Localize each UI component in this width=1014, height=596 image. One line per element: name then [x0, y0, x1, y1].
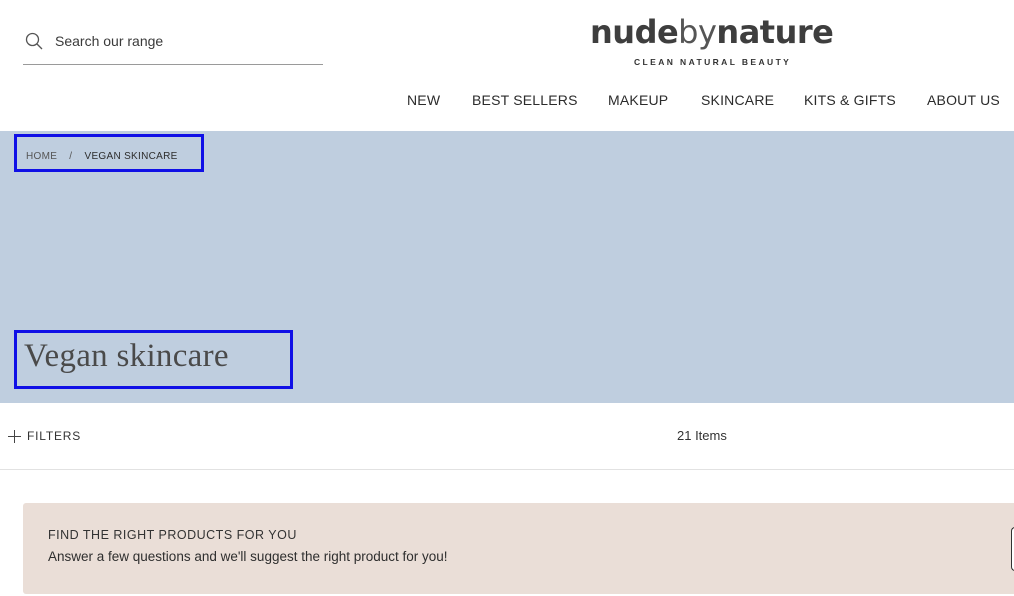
search-bar[interactable]: [23, 22, 323, 65]
nav-item-skincare[interactable]: SKINCARE: [701, 92, 774, 108]
main-nav: NEW BEST SELLERS MAKEUP SKINCARE KITS & …: [0, 92, 1014, 114]
breadcrumb-home-link[interactable]: HOME: [26, 151, 57, 162]
quiz-banner-title: FIND THE RIGHT PRODUCTS FOR YOU: [48, 528, 297, 542]
logo-wordmark: nudebynature: [590, 12, 834, 52]
site-logo[interactable]: nudebynature CLEAN NATURAL BEAUTY: [590, 12, 834, 70]
filter-toolbar: FILTERS 21 Items: [0, 403, 1014, 470]
filters-button[interactable]: FILTERS: [8, 427, 81, 445]
page-title: Vegan skincare: [24, 338, 229, 374]
nav-item-kits-gifts[interactable]: KITS & GIFTS: [804, 92, 896, 108]
search-input[interactable]: [55, 30, 315, 52]
breadcrumb-highlight: HOME / VEGAN SKINCARE: [14, 134, 204, 172]
category-hero: HOME / VEGAN SKINCARE Vegan skincare: [0, 131, 1014, 403]
quiz-banner: FIND THE RIGHT PRODUCTS FOR YOU Answer a…: [23, 503, 1014, 594]
nav-item-new[interactable]: NEW: [407, 92, 440, 108]
logo-part-nude: nude: [590, 13, 679, 51]
logo-part-nature: nature: [716, 13, 834, 51]
logo-tagline: CLEAN NATURAL BEAUTY: [634, 57, 792, 67]
site-header: nudebynature CLEAN NATURAL BEAUTY NEW BE…: [0, 0, 1014, 131]
nav-item-makeup[interactable]: MAKEUP: [608, 92, 668, 108]
breadcrumb-separator: /: [69, 151, 73, 162]
page-title-highlight: Vegan skincare: [14, 330, 293, 389]
item-count: 21 Items: [677, 428, 727, 443]
breadcrumb-current: VEGAN SKINCARE: [84, 151, 178, 162]
nav-item-best-sellers[interactable]: BEST SELLERS: [472, 92, 578, 108]
logo-part-by: by: [678, 13, 717, 51]
plus-icon: [8, 429, 21, 443]
nav-item-about-us[interactable]: ABOUT US: [927, 92, 1000, 108]
breadcrumb: HOME / VEGAN SKINCARE: [26, 151, 178, 162]
quiz-banner-text: Answer a few questions and we'll suggest…: [48, 549, 448, 564]
search-icon[interactable]: [25, 32, 43, 50]
filters-label: FILTERS: [27, 429, 82, 443]
